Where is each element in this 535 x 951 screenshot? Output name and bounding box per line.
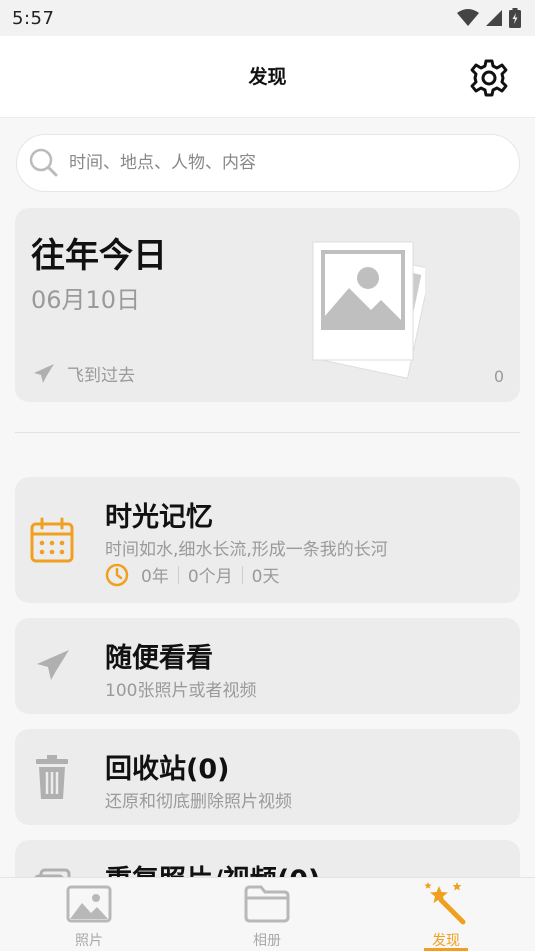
stat-separator: [177, 565, 179, 584]
status-bar: 5:57: [0, 0, 535, 36]
stat-separator: [241, 565, 243, 584]
recycle-bin-subtitle: 还原和彻底删除照片视频: [105, 792, 292, 812]
recycle-bin-title: 回收站(0): [105, 754, 230, 785]
app-header: 发现: [0, 36, 535, 118]
on-this-day-title: 往年今日: [31, 236, 167, 276]
battery-icon: [509, 8, 521, 28]
time-memory-stats: 0年 0个月 0天: [105, 562, 279, 587]
search-icon: [29, 148, 58, 177]
trash-icon: [36, 755, 68, 799]
recycle-bin-card[interactable]: 回收站(0) 还原和彻底删除照片视频: [15, 729, 520, 825]
random-browse-card[interactable]: 随便看看 100张照片或者视频: [15, 618, 520, 714]
status-icons: [457, 8, 521, 28]
gear-icon: [470, 59, 508, 97]
on-this-day-card[interactable]: 往年今日 06月10日 飞到过去 0: [15, 208, 520, 402]
bottom-nav: 照片 相册 发现: [0, 877, 535, 951]
search-input[interactable]: [69, 153, 489, 173]
on-this-day-date: 06月10日: [31, 286, 141, 314]
section-divider: [15, 432, 520, 433]
random-browse-subtitle: 100张照片或者视频: [105, 681, 257, 701]
signal-icon: [486, 10, 502, 26]
paper-plane-icon: [34, 363, 54, 383]
paper-plane-icon: [37, 650, 69, 680]
page-title: 发现: [248, 66, 287, 88]
photo-stack-icon: [312, 241, 425, 379]
fly-to-past-label: 飞到过去: [67, 366, 135, 386]
photo-icon: [66, 885, 112, 923]
memory-days: 0天: [251, 567, 280, 587]
time-memory-title: 时光记忆: [105, 502, 213, 533]
clock-icon: [105, 563, 129, 586]
fly-to-past-button[interactable]: 飞到过去: [33, 361, 135, 386]
on-this-day-count: 0: [493, 367, 504, 386]
nav-label-photos: 照片: [75, 933, 103, 949]
search-bar[interactable]: [16, 134, 520, 192]
nav-item-discover[interactable]: 发现: [386, 878, 506, 951]
random-browse-title: 随便看看: [105, 643, 213, 674]
status-time: 5:57: [12, 7, 55, 29]
wifi-icon: [457, 9, 479, 26]
nav-item-photos[interactable]: 照片: [29, 878, 149, 951]
settings-button[interactable]: [469, 58, 509, 98]
memory-years: 0年: [141, 567, 169, 587]
folder-icon: [244, 885, 290, 923]
calendar-icon: [30, 517, 74, 563]
nav-label-albums: 相册: [253, 933, 281, 949]
memory-months: 0个月: [187, 567, 233, 587]
magic-wand-icon: [424, 882, 466, 925]
nav-label-discover: 发现: [432, 933, 460, 949]
nav-item-albums[interactable]: 相册: [207, 878, 327, 951]
time-memory-card[interactable]: 时光记忆 时间如水,细水长流,形成一条我的长河 0年 0个月 0天: [15, 477, 520, 603]
time-memory-subtitle: 时间如水,细水长流,形成一条我的长河: [105, 540, 388, 560]
